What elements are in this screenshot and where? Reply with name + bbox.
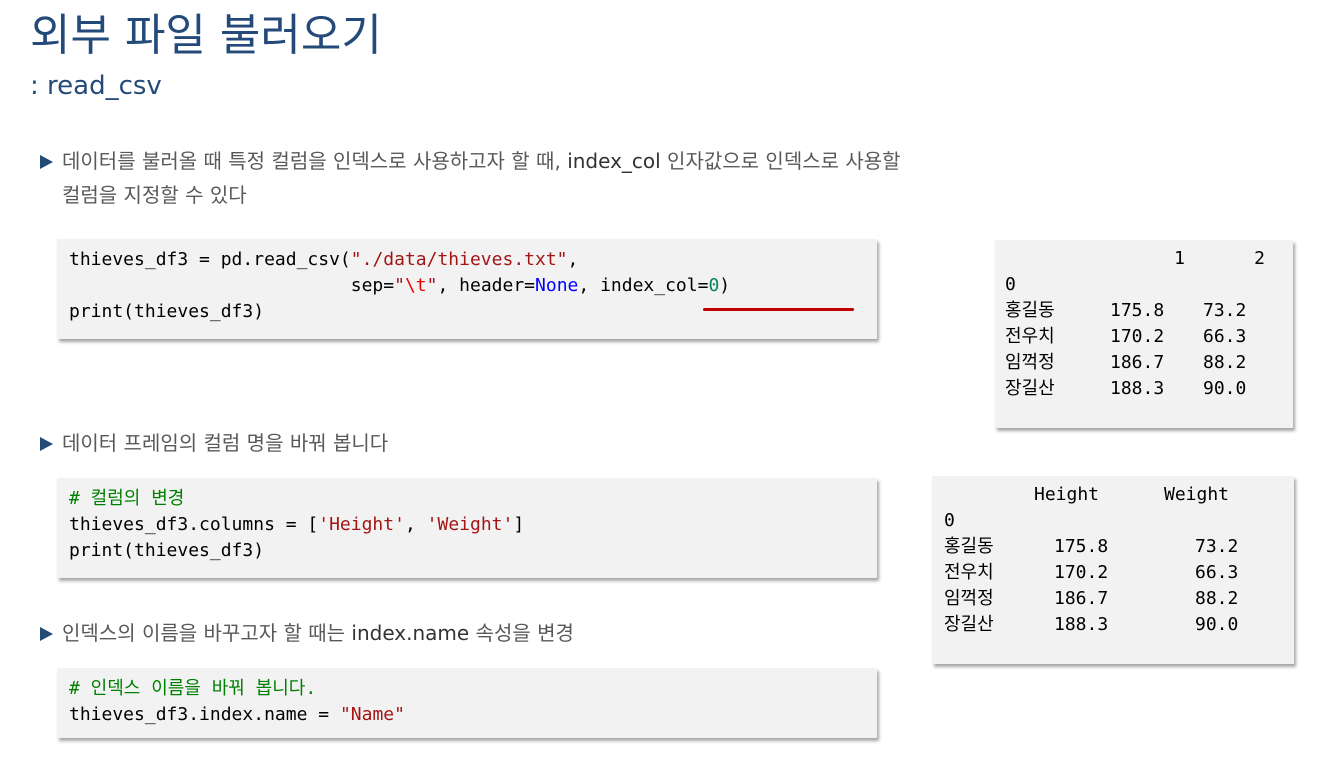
bullet-text-line2: 컬럼을 지정할 수 있다 bbox=[62, 183, 247, 207]
table-row: 임꺽정 186.7 88.2 bbox=[1005, 352, 1247, 373]
bullet-keyword: index.name bbox=[351, 621, 470, 645]
bullet-text: 데이터 프레임의 컬럼 명을 바꿔 봅니다 bbox=[62, 431, 389, 455]
slide-title: 외부 파일 불러오기 bbox=[30, 10, 382, 61]
table-row: 홍길동 175.8 73.2 bbox=[944, 536, 1239, 557]
code-comment: # 인덱스 이름을 바꿔 봅니다. bbox=[69, 678, 317, 699]
code-line: thieves_df3.columns = ['Height', 'Weight… bbox=[69, 514, 525, 535]
index-name: 0 bbox=[944, 510, 955, 531]
code-line: print(thieves_df3) bbox=[69, 540, 265, 561]
column-header: 2 bbox=[1254, 248, 1265, 269]
column-header: Height bbox=[1034, 484, 1100, 505]
header-row: 1 2 bbox=[1005, 246, 1265, 272]
output-table-1: 1 2 0 홍길동 175.8 73.2 전우치 170.2 66.3 임꺽정 186.7… bbox=[995, 240, 1293, 428]
index-col-underline bbox=[703, 308, 854, 311]
table-row: 장길산 188.3 90.0 bbox=[944, 614, 1239, 635]
code-line: sep="\t", header=None, index_col=0) bbox=[69, 275, 731, 296]
index-name: 0 bbox=[1005, 274, 1016, 295]
bullet-keyword: index_col bbox=[567, 149, 661, 173]
slide-subtitle: : read_csv bbox=[30, 71, 162, 101]
code-line: thieves_df3.index.name = "Name" bbox=[69, 704, 405, 725]
bullet-text: 인자값으로 인덱스로 사용할 bbox=[660, 149, 901, 173]
table-row: 임꺽정 186.7 88.2 bbox=[944, 588, 1239, 609]
table-row: 장길산 188.3 90.0 bbox=[1005, 378, 1247, 399]
column-header: Weight bbox=[1164, 484, 1230, 505]
code-line: print(thieves_df3) bbox=[69, 301, 265, 322]
code-block-columns: # 컬럼의 변경 thieves_df3.columns = ['Height'… bbox=[57, 478, 877, 578]
bullet-text: 속성을 변경 bbox=[469, 621, 574, 645]
output-table-2: Height Weight 0 홍길동 175.8 73.2 전우치 170.2 66.… bbox=[932, 476, 1294, 664]
bullet-triangle-icon bbox=[40, 155, 53, 169]
table-row: 홍길동 175.8 73.2 bbox=[1005, 300, 1247, 321]
code-comment: # 컬럼의 변경 bbox=[69, 488, 185, 509]
table-row: 전우치 170.2 66.3 bbox=[944, 562, 1239, 583]
code-block-read-csv: thieves_df3 = pd.read_csv("./data/thieve… bbox=[57, 239, 877, 339]
header-row: Height Weight bbox=[944, 482, 1264, 508]
code-block-index-name: # 인덱스 이름을 바꿔 봅니다. thieves_df3.index.name… bbox=[57, 668, 877, 738]
table-row: 전우치 170.2 66.3 bbox=[1005, 326, 1247, 347]
bullet-text: 데이터를 불러올 때 특정 컬럼을 인덱스로 사용하고자 할 때, bbox=[62, 149, 568, 173]
bullet-text: 인덱스의 이름을 바꾸고자 할 때는 bbox=[62, 621, 352, 645]
code-line: thieves_df3 = pd.read_csv("./data/thieve… bbox=[69, 249, 579, 270]
bullet-triangle-icon bbox=[40, 437, 53, 451]
bullet-triangle-icon bbox=[40, 627, 53, 641]
column-header: 1 bbox=[1174, 248, 1185, 269]
